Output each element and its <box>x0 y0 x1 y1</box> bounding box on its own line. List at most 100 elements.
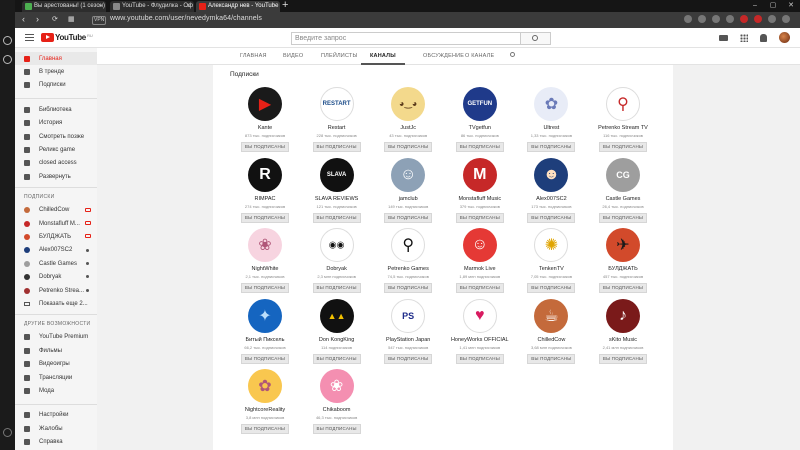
channel-name[interactable]: TVgetfun <box>450 125 510 131</box>
channel-avatar[interactable]: PS <box>391 298 426 333</box>
speed-dial-icon[interactable]: ▦ <box>68 15 75 23</box>
hamburger-menu-icon[interactable] <box>25 34 34 43</box>
adblock-icon[interactable] <box>740 15 748 23</box>
upload-video-icon[interactable] <box>719 34 728 41</box>
sidebar-item-chilledcow[interactable]: ChilledCow <box>15 204 97 217</box>
subscribed-button[interactable]: ВЫ ПОДПИСАНЫ <box>455 283 504 293</box>
channel-avatar[interactable]: ⚲ <box>391 228 426 262</box>
channel-name[interactable]: Chikaboom <box>307 407 367 413</box>
channel-avatar[interactable]: ☺ <box>462 228 497 262</box>
more-icon[interactable] <box>3 428 12 437</box>
sidebar-item-развернуть[interactable]: Развернуть <box>15 170 97 183</box>
sidebar-item-справка[interactable]: Справка <box>15 435 97 448</box>
subscribed-button[interactable]: ВЫ ПОДПИСАНЫ <box>598 353 648 364</box>
channel-avatar[interactable]: ◉◉ <box>319 228 354 262</box>
sidebar-item-мода[interactable]: Мода <box>15 384 97 397</box>
sidebar-item-closed-access[interactable]: closed access <box>15 157 97 170</box>
sidebar-item-подписки[interactable]: Подписки <box>15 79 97 92</box>
channel-avatar[interactable]: ☕ <box>534 298 569 333</box>
subscribed-button[interactable]: ВЫ ПОДПИСАНЫ <box>598 212 648 223</box>
shield-icon[interactable] <box>712 15 720 23</box>
youtube-logo[interactable]: YouTube RU <box>41 33 93 42</box>
browser-tab[interactable]: YouTube - Флудилка - Оф × <box>110 1 194 12</box>
tab-4[interactable]: ОБСУЖДЕНИЕ <box>423 53 464 59</box>
forward-icon[interactable]: › <box>36 14 39 24</box>
channel-name[interactable]: Petrenko Games <box>378 266 438 272</box>
download-icon[interactable] <box>768 15 776 23</box>
camera-icon[interactable] <box>698 15 706 23</box>
menu-icon[interactable] <box>782 15 790 23</box>
reload-icon[interactable]: ⟳ <box>52 15 58 23</box>
tab-1[interactable]: ВИДЕО <box>283 53 303 59</box>
subscribed-button[interactable]: ВЫ ПОДПИСАНЫ <box>312 142 361 152</box>
history-icon[interactable] <box>3 36 12 45</box>
back-icon[interactable]: ‹ <box>22 14 25 24</box>
channel-avatar[interactable]: ✈ <box>606 228 640 262</box>
sidebar-item-библиотека[interactable]: Библиотека <box>15 103 97 116</box>
search-button[interactable] <box>521 32 551 45</box>
search-icon[interactable] <box>684 15 692 23</box>
subscribed-button[interactable]: ВЫ ПОДПИСАНЫ <box>527 353 576 364</box>
vpn-badge[interactable]: VPN <box>92 16 107 25</box>
subscribed-button[interactable]: ВЫ ПОДПИСАНЫ <box>384 212 433 223</box>
subscribed-button[interactable]: ВЫ ПОДПИСАНЫ <box>240 424 290 434</box>
browser-tab-active[interactable]: Александр нев - YouTube × <box>196 1 280 12</box>
tab-5[interactable]: О КАНАЛЕ <box>465 53 494 59</box>
channel-name[interactable]: PlayStation Japan <box>378 337 438 343</box>
channel-name[interactable]: Ultrest <box>521 125 581 131</box>
close-icon[interactable]: × <box>273 1 277 12</box>
close-window-icon[interactable]: ✕ <box>782 0 800 12</box>
channel-avatar[interactable]: RESTART <box>319 87 354 121</box>
channel-name[interactable]: Alex007SC2 <box>521 196 581 202</box>
subscribed-button[interactable]: ВЫ ПОДПИСАНЫ <box>455 212 504 223</box>
channel-name[interactable]: RIMPAC <box>235 196 295 202</box>
tab-2[interactable]: ПЛЕЙЛИСТЫ <box>321 53 358 59</box>
channel-name[interactable]: Kante <box>235 125 295 131</box>
channel-name[interactable]: Marmok Live <box>450 266 510 272</box>
close-icon[interactable]: × <box>99 1 103 12</box>
channel-avatar[interactable]: ❀ <box>319 369 354 403</box>
notifications-bell-icon[interactable] <box>760 33 767 42</box>
sidebar-item-трансляции[interactable]: Трансляции <box>15 371 97 384</box>
channel-avatar[interactable]: ✦ <box>248 298 282 333</box>
channel-name[interactable]: Битый Пиксель <box>235 337 295 343</box>
sidebar-item-castle-games[interactable]: Castle Games <box>15 257 97 270</box>
channel-avatar[interactable]: ☻ <box>534 157 569 192</box>
settings-icon[interactable] <box>3 55 12 64</box>
channel-avatar[interactable]: GETFUN <box>462 87 497 121</box>
channel-search-icon[interactable] <box>510 52 515 57</box>
channel-name[interactable]: sKito Music <box>593 337 653 343</box>
channel-avatar[interactable]: CG <box>606 157 640 192</box>
channel-name[interactable]: Dobryak <box>307 266 367 272</box>
channel-avatar[interactable]: ♥ <box>462 298 497 333</box>
subscribed-button[interactable]: ВЫ ПОДПИСАНЫ <box>312 283 361 293</box>
sidebar-item-показать-еще-2[interactable]: Показать еще 2... <box>15 297 97 310</box>
channel-name[interactable]: SLAVA REVIEWS <box>307 196 367 202</box>
sidebar-item-реликс-game[interactable]: Реликс game <box>15 143 97 156</box>
extension-icon[interactable] <box>754 15 762 23</box>
sidebar-item-petrenko-strea[interactable]: Petrenko Strea... <box>15 284 97 297</box>
subscribed-button[interactable]: ВЫ ПОДПИСАНЫ <box>527 212 576 223</box>
channel-avatar[interactable]: ▲▲ <box>319 298 354 333</box>
subscribed-button[interactable]: ВЫ ПОДПИСАНЫ <box>527 283 576 293</box>
subscribed-button[interactable]: ВЫ ПОДПИСАНЫ <box>384 353 433 364</box>
channel-avatar[interactable]: ◕‿◕ <box>391 87 426 121</box>
channel-avatar[interactable]: R <box>248 157 282 192</box>
browser-tab[interactable]: Вы арестованы! (1 сезон) × <box>22 1 106 12</box>
channel-name[interactable]: БУЛДЖАТЬ <box>593 266 653 272</box>
avatar[interactable] <box>779 32 790 43</box>
sidebar-item-булджать[interactable]: БУЛДЖАТЬ <box>15 230 97 243</box>
subscribed-button[interactable]: ВЫ ПОДПИСАНЫ <box>240 353 290 364</box>
close-icon[interactable]: × <box>187 1 191 12</box>
sidebar-item-смотреть-позже[interactable]: Смотреть позже <box>15 130 97 143</box>
maximize-icon[interactable]: ▢ <box>764 0 782 12</box>
channel-name[interactable]: Castle Games <box>593 196 653 202</box>
channel-name[interactable]: Monstafluff Music <box>450 196 510 202</box>
subscribed-button[interactable]: ВЫ ПОДПИСАНЫ <box>384 283 433 293</box>
new-tab-icon[interactable]: + <box>282 0 288 11</box>
tab-0[interactable]: ГЛАВНАЯ <box>240 53 267 59</box>
channel-avatar[interactable]: ⚲ <box>606 87 640 121</box>
channel-avatar[interactable]: ♪ <box>606 298 640 333</box>
sidebar-item-dobryak[interactable]: Dobryak <box>15 270 97 283</box>
channel-avatar[interactable]: SLAVA <box>319 157 354 192</box>
